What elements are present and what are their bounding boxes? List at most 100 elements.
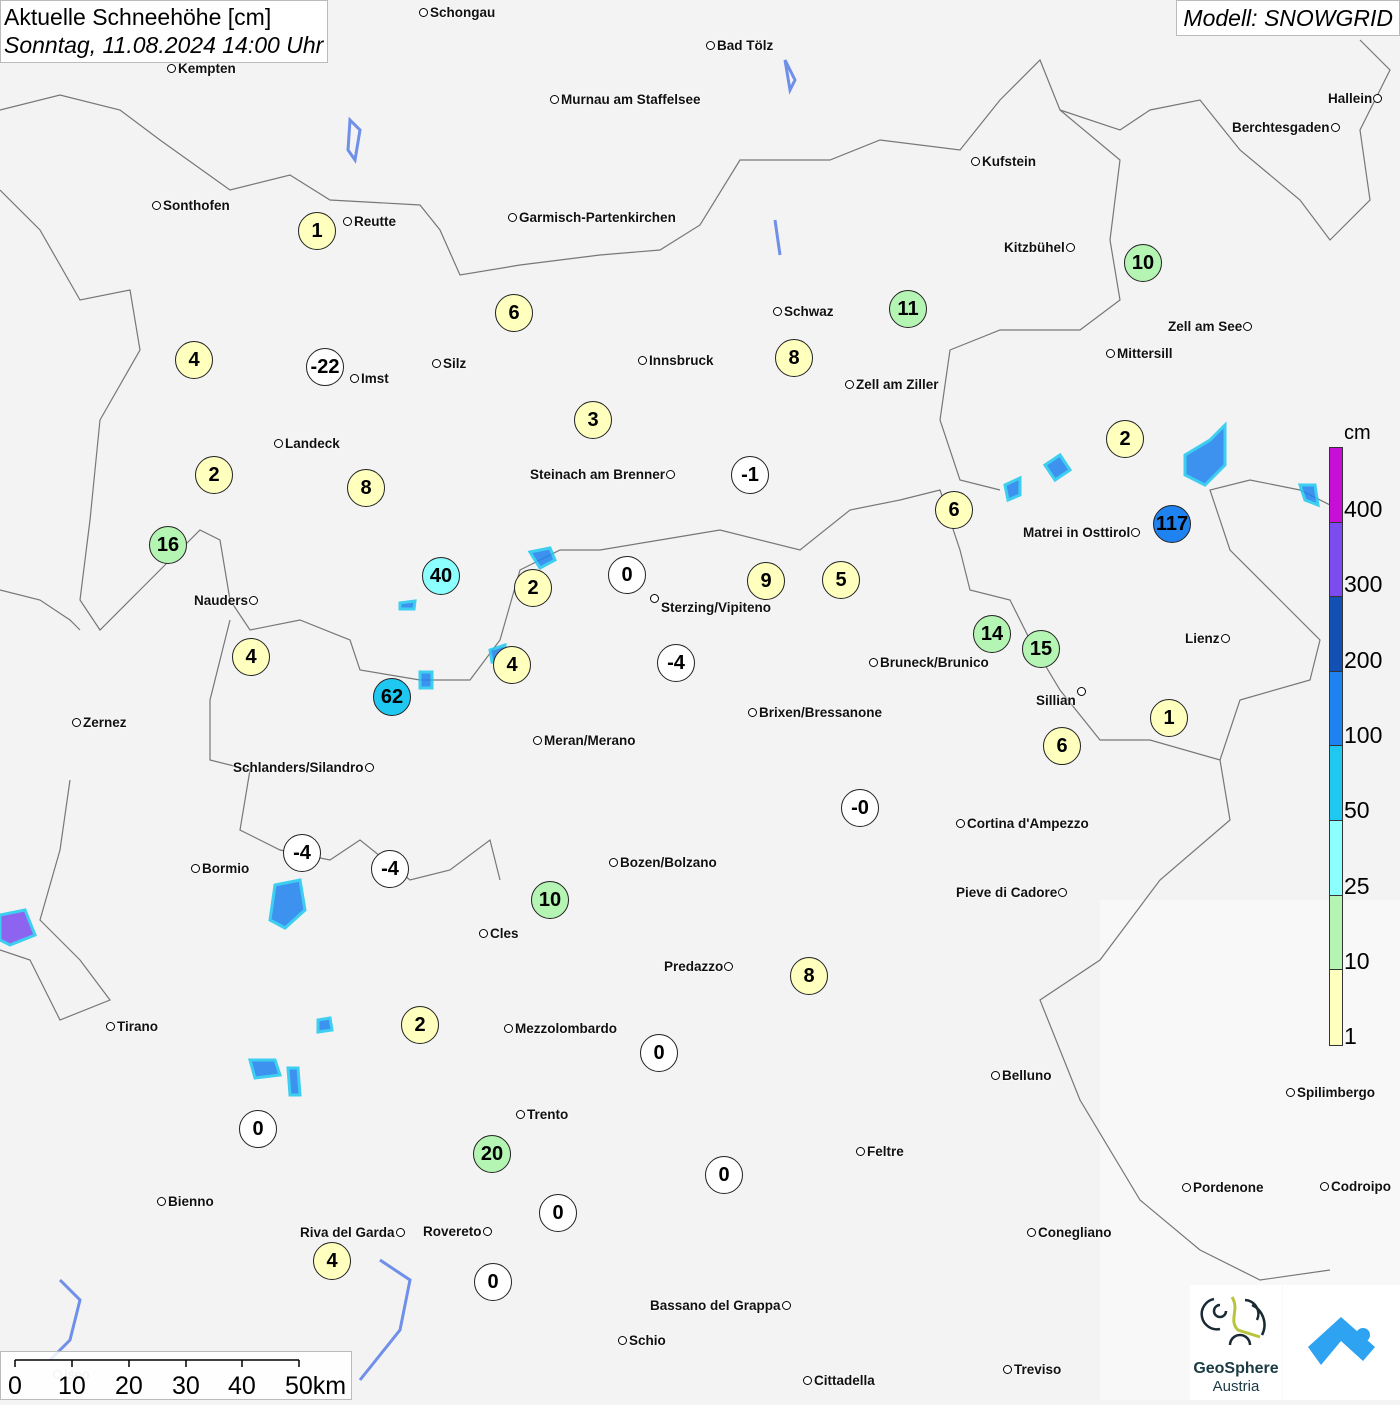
snow-depth-marker[interactable]: 8 (347, 469, 385, 507)
snow-depth-marker[interactable]: 0 (239, 1110, 277, 1148)
snow-depth-marker[interactable]: 2 (1106, 420, 1144, 458)
city-label[interactable]: Treviso (1014, 1363, 1061, 1377)
city-label[interactable]: Brixen/Bressanone (759, 706, 882, 720)
snow-depth-marker[interactable]: 5 (822, 561, 860, 599)
snow-depth-marker[interactable]: 9 (747, 562, 785, 600)
snow-depth-marker[interactable]: 4 (493, 646, 531, 684)
city-label[interactable]: Schlanders/Silandro (233, 761, 364, 775)
snow-depth-marker[interactable]: 2 (514, 569, 552, 607)
city-label[interactable]: Sonthofen (163, 199, 230, 213)
snow-depth-marker[interactable]: 15 (1022, 630, 1060, 668)
city-label[interactable]: Cortina d'Ampezzo (967, 817, 1089, 831)
city-label[interactable]: Zernez (83, 716, 127, 730)
snow-depth-marker[interactable]: 0 (640, 1034, 678, 1072)
city-label[interactable]: Tirano (117, 1020, 158, 1034)
city-label[interactable]: Cittadella (814, 1374, 875, 1388)
city-label[interactable]: Lienz (1185, 632, 1220, 646)
snow-depth-marker[interactable]: 11 (889, 290, 927, 328)
snow-depth-marker[interactable]: 62 (373, 678, 411, 716)
snow-depth-marker[interactable]: 8 (775, 339, 813, 377)
snow-depth-marker[interactable]: 0 (705, 1156, 743, 1194)
snow-depth-marker[interactable]: 117 (1153, 505, 1191, 543)
snow-depth-marker[interactable]: 40 (422, 557, 460, 595)
city-dot (1331, 123, 1340, 132)
city-label[interactable]: Spilimbergo (1297, 1086, 1375, 1100)
snow-depth-marker[interactable]: 0 (608, 556, 646, 594)
city-label[interactable]: Conegliano (1038, 1226, 1112, 1240)
city-label[interactable]: Bad Tölz (717, 39, 773, 53)
snow-depth-marker[interactable]: 1 (298, 212, 336, 250)
city-label[interactable]: Predazzo (664, 960, 723, 974)
city-label[interactable]: Cles (490, 927, 519, 941)
city-label[interactable]: Belluno (1002, 1069, 1052, 1083)
snow-depth-marker[interactable]: 6 (1043, 727, 1081, 765)
snow-depth-marker[interactable]: -4 (283, 834, 321, 872)
city-label[interactable]: Codroipo (1331, 1180, 1391, 1194)
snow-depth-marker[interactable]: 10 (531, 881, 569, 919)
city-label[interactable]: Kempten (178, 62, 236, 76)
legend-swatch (1330, 597, 1342, 672)
snow-depth-marker[interactable]: -4 (371, 850, 409, 888)
city-label[interactable]: Sillian (1036, 694, 1076, 708)
snow-depth-marker[interactable]: 16 (149, 526, 187, 564)
snow-depth-marker[interactable]: 3 (574, 401, 612, 439)
city-label[interactable]: Imst (361, 372, 389, 386)
city-label[interactable]: Steinach am Brenner (530, 468, 665, 482)
city-label[interactable]: Trento (527, 1108, 568, 1122)
snow-depth-marker[interactable]: 1 (1150, 699, 1188, 737)
snow-depth-marker[interactable]: 0 (539, 1194, 577, 1232)
city-label[interactable]: Zell am Ziller (856, 378, 939, 392)
city-dot (365, 763, 374, 772)
city-label[interactable]: Silz (443, 357, 466, 371)
scale-label: 50km (285, 1372, 347, 1400)
city-label[interactable]: Kitzbühel (1004, 241, 1065, 255)
snow-depth-marker[interactable]: 4 (313, 1242, 351, 1280)
snow-depth-marker[interactable]: 6 (935, 491, 973, 529)
city-label[interactable]: Murnau am Staffelsee (561, 93, 701, 107)
snow-depth-marker[interactable]: -4 (657, 644, 695, 682)
snow-depth-marker[interactable]: 10 (1124, 244, 1162, 282)
city-label[interactable]: Schio (629, 1334, 666, 1348)
city-label[interactable]: Reutte (354, 215, 396, 229)
city-label[interactable]: Mezzolombardo (515, 1022, 617, 1036)
snow-depth-marker[interactable]: 4 (175, 341, 213, 379)
geosphere-logo[interactable]: GeoSphere Austria (1190, 1285, 1282, 1400)
city-label[interactable]: Bruneck/Brunico (880, 656, 989, 670)
city-label[interactable]: Matrei in Osttirol (1023, 526, 1130, 540)
city-label[interactable]: Landeck (285, 437, 340, 451)
city-label[interactable]: Garmisch-Partenkirchen (519, 211, 676, 225)
snow-depth-marker[interactable]: 2 (195, 456, 233, 494)
city-label[interactable]: Mittersill (1117, 347, 1173, 361)
city-label[interactable]: Bienno (168, 1195, 214, 1209)
city-label[interactable]: Innsbruck (649, 354, 714, 368)
city-dot (274, 439, 283, 448)
city-label[interactable]: Schwaz (784, 305, 834, 319)
snow-depth-marker[interactable]: 20 (473, 1135, 511, 1173)
city-label[interactable]: Riva del Garda (300, 1226, 395, 1240)
snow-service-logo[interactable] (1283, 1285, 1400, 1400)
city-label[interactable]: Berchtesgaden (1232, 121, 1330, 135)
snow-depth-marker[interactable]: 4 (232, 638, 270, 676)
city-label[interactable]: Kufstein (982, 155, 1036, 169)
city-label[interactable]: Meran/Merano (544, 734, 636, 748)
snow-depth-marker[interactable]: -22 (306, 348, 344, 386)
city-label[interactable]: Bormio (202, 862, 249, 876)
city-label[interactable]: Zell am See (1168, 320, 1242, 334)
snow-depth-marker[interactable]: -0 (841, 789, 879, 827)
city-label[interactable]: Pieve di Cadore (956, 886, 1057, 900)
snow-depth-marker[interactable]: 8 (790, 957, 828, 995)
snow-depth-marker[interactable]: 6 (495, 294, 533, 332)
city-label[interactable]: Bozen/Bolzano (620, 856, 717, 870)
city-label[interactable]: Pordenone (1193, 1181, 1264, 1195)
city-label[interactable]: Sterzing/Vipiteno (661, 601, 771, 615)
snow-depth-marker[interactable]: 14 (973, 615, 1011, 653)
snow-depth-marker[interactable]: 0 (474, 1263, 512, 1301)
city-label[interactable]: Nauders (194, 594, 248, 608)
city-label[interactable]: Feltre (867, 1145, 904, 1159)
city-label[interactable]: Schongau (430, 6, 495, 20)
snow-depth-marker[interactable]: 2 (401, 1006, 439, 1044)
city-label[interactable]: Bassano del Grappa (650, 1299, 781, 1313)
city-label[interactable]: Hallein (1328, 92, 1372, 106)
snow-depth-marker[interactable]: -1 (731, 456, 769, 494)
city-label[interactable]: Rovereto (423, 1225, 482, 1239)
